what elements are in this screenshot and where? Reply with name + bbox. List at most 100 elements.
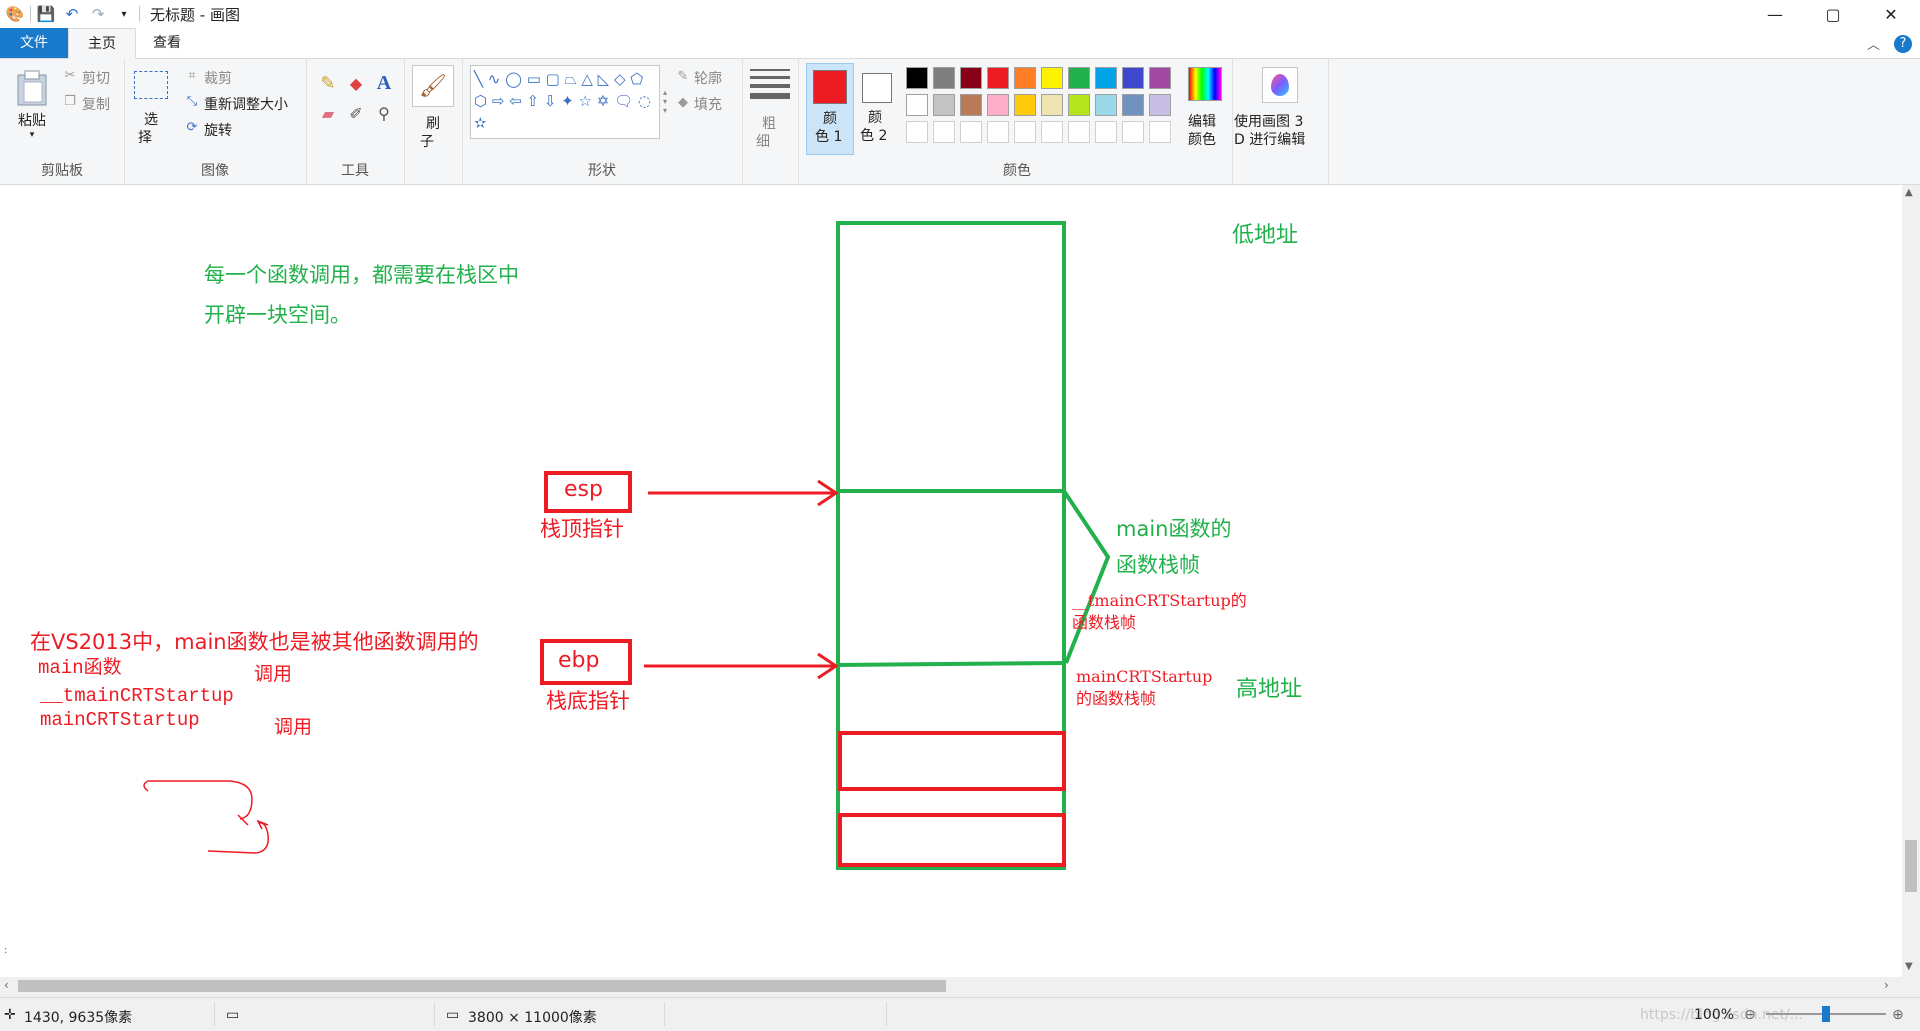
paint3d-button[interactable]: 使用画图 3 D 进行编辑	[1234, 65, 1326, 155]
stack-outline	[836, 221, 1066, 870]
main-frame-label-2: 函数栈帧	[1116, 553, 1200, 577]
paint-app-icon[interactable]: 🎨	[4, 3, 26, 25]
color2-button[interactable]: 颜 色 2	[856, 63, 898, 153]
brush-icon[interactable]: 🖌	[412, 65, 454, 107]
zoom-in-icon[interactable]: ⊕	[1892, 1007, 1904, 1023]
palette-swatch[interactable]	[960, 121, 982, 143]
palette-swatch[interactable]	[1149, 94, 1171, 116]
call-chain-connectors	[143, 780, 269, 854]
palette-swatch[interactable]	[1122, 67, 1144, 89]
redo-icon[interactable]: ↷	[87, 3, 109, 25]
zoom-slider-thumb[interactable]	[1822, 1006, 1830, 1022]
cut-button[interactable]: 剪切	[82, 68, 110, 88]
maximize-button[interactable]: ▢	[1804, 0, 1862, 28]
palette-swatch[interactable]	[1068, 94, 1090, 116]
palette-swatch[interactable]	[933, 121, 955, 143]
color1-button[interactable]: 颜 色 1	[806, 63, 854, 155]
palette-swatch[interactable]	[933, 94, 955, 116]
fill-bucket-icon[interactable]: ◆	[344, 71, 368, 95]
palette-swatch[interactable]	[987, 94, 1009, 116]
group-label-clipboard: 剪贴板	[41, 163, 83, 179]
drawing-canvas[interactable]: : 低地址 每一个函数调用，都需要在栈区中 开辟一块空间。 esp 栈顶指针 e…	[0, 185, 1902, 977]
collapse-ribbon-icon[interactable]: ︿	[1867, 34, 1880, 53]
palette-swatch[interactable]	[1122, 94, 1144, 116]
copy-icon: ❐	[64, 93, 76, 109]
eraser-icon[interactable]: ▰	[316, 101, 340, 125]
gallery-scroll-icon[interactable]: ▴ ▾ ▾	[660, 67, 670, 135]
palette-swatch[interactable]	[1041, 121, 1063, 143]
color-picker-icon[interactable]: ✐	[344, 101, 368, 125]
palette-swatch[interactable]	[906, 121, 928, 143]
palette-swatch[interactable]	[1122, 121, 1144, 143]
high-address-label: 高地址	[1236, 677, 1303, 702]
ribbon-right-controls: ︿ ?	[1867, 34, 1912, 53]
palette-swatch[interactable]	[1068, 67, 1090, 89]
palette-swatch[interactable]	[933, 67, 955, 89]
customize-qat-icon[interactable]: ▾	[113, 3, 135, 25]
maincrt-frame-box	[838, 813, 1066, 867]
palette-swatch[interactable]	[1041, 67, 1063, 89]
select-button[interactable]: 选 择	[132, 69, 168, 153]
horizontal-scroll-thumb[interactable]	[18, 980, 946, 992]
scroll-down-icon[interactable]: ▼	[1905, 961, 1913, 972]
resize-button[interactable]: 重新调整大小	[204, 94, 288, 114]
save-icon[interactable]: 💾	[35, 3, 57, 25]
edit-colors-button[interactable]: 编辑 颜色	[1180, 65, 1228, 155]
copy-button[interactable]: 复制	[82, 94, 110, 114]
palette-swatch[interactable]	[906, 67, 928, 89]
paint3d-label-1: 使用画图 3	[1234, 114, 1304, 130]
palette-swatch[interactable]	[906, 94, 928, 116]
palette-swatch[interactable]	[1149, 67, 1171, 89]
divider	[664, 1002, 665, 1026]
fill-button[interactable]: 填充	[694, 94, 722, 114]
image-size: 3800 × 11000像素	[468, 1010, 597, 1026]
horizontal-scrollbar[interactable]: ‹ ›	[0, 977, 1902, 995]
paste-button[interactable]: 粘贴 ▾	[8, 65, 56, 145]
outline-button[interactable]: 轮廓	[694, 68, 722, 88]
palette-swatch[interactable]	[1095, 121, 1117, 143]
palette-swatch[interactable]	[960, 67, 982, 89]
minimize-button[interactable]: —	[1746, 0, 1804, 28]
magnifier-icon[interactable]: ⚲	[372, 101, 396, 125]
palette-swatch[interactable]	[987, 121, 1009, 143]
scroll-left-icon[interactable]: ‹	[4, 978, 9, 992]
group-shapes: ╲ ∿ ◯ ▭ ▢ ⏢ △ ◺ ◇ ⬠ ⬡ ⇨ ⇦ ⇧ ⇩ ✦ ☆ ✡ 🗨 ◌ …	[462, 59, 743, 184]
palette-swatch[interactable]	[1149, 121, 1171, 143]
maincrt-frame-label-1: mainCRTStartup	[1076, 667, 1213, 686]
tab-file[interactable]: 文件	[0, 28, 68, 58]
palette-swatch[interactable]	[1095, 67, 1117, 89]
palette-swatch[interactable]	[960, 94, 982, 116]
close-button[interactable]: ✕	[1862, 0, 1920, 28]
help-icon[interactable]: ?	[1894, 34, 1912, 53]
ebp-text: ebp	[558, 648, 600, 673]
size-label-1[interactable]: 粗	[762, 113, 776, 133]
group-clipboard: 粘贴 ▾ ✂ 剪切 ❐ 复制 剪贴板	[0, 59, 125, 184]
palette-swatch[interactable]	[1041, 94, 1063, 116]
scroll-right-icon[interactable]: ›	[1884, 978, 1889, 992]
palette-swatch[interactable]	[1014, 94, 1036, 116]
zoom-out-icon[interactable]: ⊖	[1744, 1007, 1756, 1023]
rotate-button[interactable]: 旋转	[204, 120, 232, 140]
vertical-scrollbar[interactable]: ▲ ▼	[1902, 185, 1920, 977]
tab-home[interactable]: 主页	[68, 28, 136, 60]
ribbon: 粘贴 ▾ ✂ 剪切 ❐ 复制 剪贴板 选 择 ⌗ 裁剪 ⤡ 重新调整大小 ⟳ 旋…	[0, 59, 1920, 185]
pointer-arrows	[644, 479, 839, 680]
palette-swatch[interactable]	[1068, 121, 1090, 143]
group-brushes: 🖌 刷 子	[404, 59, 463, 184]
pencil-icon[interactable]: ✎	[316, 71, 340, 95]
group-label-tools: 工具	[341, 163, 369, 179]
status-bar: ✛ 1430, 9635像素 ▭ ▭ 3800 × 11000像素 https:…	[0, 997, 1920, 1031]
palette-swatch[interactable]	[1014, 121, 1036, 143]
palette-swatch[interactable]	[987, 67, 1009, 89]
window-controls: — ▢ ✕	[1746, 0, 1920, 28]
crop-button[interactable]: 裁剪	[204, 68, 232, 88]
text-tool-icon[interactable]: A	[372, 71, 396, 95]
vertical-scroll-thumb[interactable]	[1905, 840, 1917, 892]
palette-swatch[interactable]	[1014, 67, 1036, 89]
palette-swatch[interactable]	[1095, 94, 1117, 116]
zoom-slider[interactable]	[1766, 1006, 1886, 1022]
undo-icon[interactable]: ↶	[61, 3, 83, 25]
size-label-2[interactable]: 细	[756, 131, 770, 151]
scroll-up-icon[interactable]: ▲	[1905, 187, 1913, 198]
tab-view[interactable]: 查看	[134, 28, 200, 58]
